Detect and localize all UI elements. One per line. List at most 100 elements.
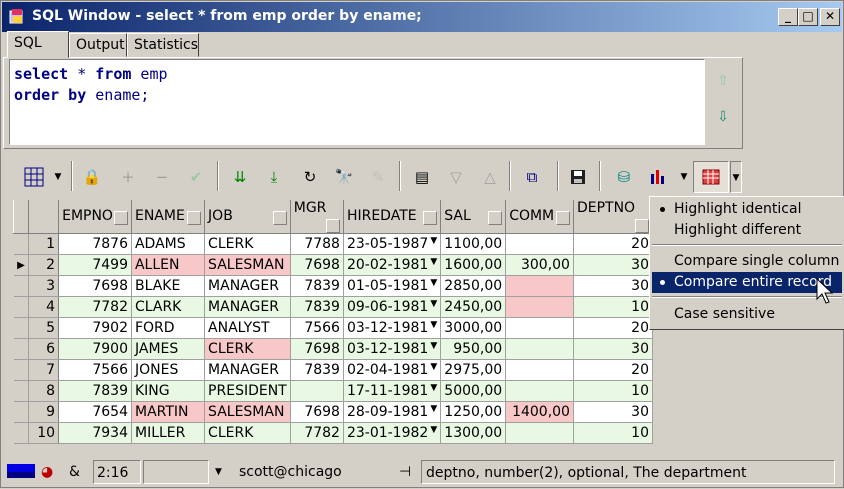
next-record-icon[interactable]: △ [479,162,501,192]
cell-mgr[interactable]: 7698 [290,401,344,423]
cell-job[interactable]: CLERK [204,338,291,360]
date-picker-dropdown-icon[interactable]: ▼ [430,425,437,435]
column-filter-button[interactable] [423,211,438,225]
table-row[interactable]: 1 7876 ADAMS CLERK 7788 ▼ 23-05-1987 1100,00 20 [13,233,654,255]
cell-comm[interactable] [505,338,574,360]
cell-sal[interactable]: 5000,00 [440,380,507,402]
date-picker-dropdown-icon[interactable]: ▼ [430,236,437,246]
cell-sal[interactable]: 2450,00 [440,296,507,318]
column-header-mgr[interactable]: MGR [289,200,344,234]
cell-ename[interactable]: FORD [131,317,206,339]
cell-deptno[interactable]: 20 [573,359,654,381]
column-header-job[interactable]: JOB [204,200,291,234]
column-filter-button[interactable] [555,211,570,225]
column-filter-button[interactable] [272,211,287,225]
next-query-icon[interactable]: ⇩ [715,109,731,125]
cell-deptno[interactable]: 30 [573,401,654,423]
cell-job[interactable]: CLERK [204,422,291,444]
refresh-icon[interactable]: ↻ [299,162,321,192]
cell-hiredate[interactable]: ▼ 23-05-1987 [343,233,442,255]
date-picker-dropdown-icon[interactable]: ▼ [430,278,437,288]
menu-item-case-sensitive[interactable]: Case sensitive [652,304,842,325]
cell-comm[interactable] [505,275,574,297]
row-number[interactable]: 7 [28,359,60,381]
cell-empno[interactable]: 7654 [58,401,132,423]
cell-comm[interactable] [505,233,574,255]
cell-ename[interactable]: JAMES [131,338,206,360]
row-number[interactable]: 2 [28,254,60,276]
cell-sal[interactable]: 2850,00 [440,275,507,297]
column-header-hiredate[interactable]: HIREDATE [342,200,442,234]
column-filter-button[interactable] [113,211,128,225]
minimize-button[interactable]: _ [778,8,798,26]
row-number[interactable]: 4 [28,296,60,318]
cell-empno[interactable]: 7934 [58,422,132,444]
cell-deptno[interactable]: 20 [573,317,654,339]
table-row[interactable]: 5 7902 FORD ANALYST 7566 ▼ 03-12-1981 3000,00 20 [13,317,654,339]
cell-mgr[interactable]: 7839 [290,359,344,381]
cell-job[interactable]: CLERK [204,233,291,255]
cell-empno[interactable]: 7876 [58,233,132,255]
connection-dropdown-icon[interactable]: ▼ [215,460,225,484]
cell-empno[interactable]: 7566 [58,359,132,381]
cell-empno[interactable]: 7698 [58,275,132,297]
row-number[interactable]: 9 [28,401,60,423]
row-number[interactable]: 1 [28,233,60,255]
find-binoculars-icon[interactable]: 🔭 [333,162,355,192]
date-picker-dropdown-icon[interactable]: ▼ [430,341,437,351]
cell-deptno[interactable]: 20 [573,233,654,255]
row-number[interactable]: 5 [28,317,60,339]
menu-item-compare-single-column[interactable]: Compare single column [652,251,842,272]
chart-icon[interactable] [647,162,669,192]
cell-job[interactable]: SALESMAN [204,254,291,276]
cell-hiredate[interactable]: ▼ 02-04-1981 [343,359,442,381]
cell-comm[interactable] [505,380,574,402]
close-button[interactable]: ✕ [820,8,840,26]
save-icon[interactable] [567,162,589,192]
date-picker-dropdown-icon[interactable]: ▼ [430,299,437,309]
column-header-deptno[interactable]: DEPTNO [572,200,654,234]
cell-mgr[interactable]: 7566 [290,317,344,339]
single-record-view-icon[interactable]: ▤ [411,162,433,192]
date-picker-dropdown-icon[interactable]: ▼ [430,362,437,372]
cell-empno[interactable]: 7900 [58,338,132,360]
cell-sal[interactable]: 3000,00 [440,317,507,339]
cell-ename[interactable]: ALLEN [131,254,206,276]
cell-hiredate[interactable]: ▼ 20-02-1981 [343,254,442,276]
cell-deptno[interactable]: 10 [573,422,654,444]
cell-sal[interactable]: 1100,00 [440,233,507,255]
cell-job[interactable]: MANAGER [204,359,291,381]
cell-ename[interactable]: BLAKE [131,275,206,297]
cell-deptno[interactable]: 30 [573,338,654,360]
cell-deptno[interactable]: 30 [573,275,654,297]
table-row[interactable]: 7 7566 JONES MANAGER 7839 ▼ 02-04-1981 2975,00 2… [13,359,654,381]
row-number[interactable]: 6 [28,338,60,360]
cell-mgr[interactable]: 7788 [290,233,344,255]
column-filter-button[interactable] [325,219,340,233]
column-header-comm[interactable]: COMM [505,200,574,234]
menu-item-highlight-identical[interactable]: Highlight identical [652,199,842,220]
cell-hiredate[interactable]: ▼ 09-06-1981 [343,296,442,318]
cell-mgr[interactable]: 7839 [290,296,344,318]
cell-hiredate[interactable]: ▼ 17-11-1981 [343,380,442,402]
column-filter-button[interactable] [488,211,503,225]
cell-ename[interactable]: KING [131,380,206,402]
cell-deptno[interactable]: 30 [573,254,654,276]
cell-sal[interactable]: 1600,00 [440,254,507,276]
cell-sal[interactable]: 950,00 [440,338,507,360]
row-number[interactable]: 10 [28,422,60,444]
row-number[interactable]: 8 [28,380,60,402]
cell-empno[interactable]: 7839 [58,380,132,402]
date-picker-dropdown-icon[interactable]: ▼ [430,257,437,267]
delete-record-icon[interactable]: − [151,162,173,192]
column-header-empno[interactable]: EMPNO [58,200,132,234]
cell-sal[interactable]: 2975,00 [440,359,507,381]
row-number[interactable]: 3 [28,275,60,297]
fetch-last-icon[interactable]: ⤓ [263,162,285,192]
cell-empno[interactable]: 7499 [58,254,132,276]
table-row[interactable]: 8 7839 KING PRESIDENT ▼ 17-11-1981 5000,00 10 [13,380,654,402]
menu-item-highlight-different[interactable]: Highlight different [652,220,842,241]
tab-output[interactable]: Output [69,33,127,57]
cell-job[interactable]: MANAGER [204,275,291,297]
cell-job[interactable]: MANAGER [204,296,291,318]
